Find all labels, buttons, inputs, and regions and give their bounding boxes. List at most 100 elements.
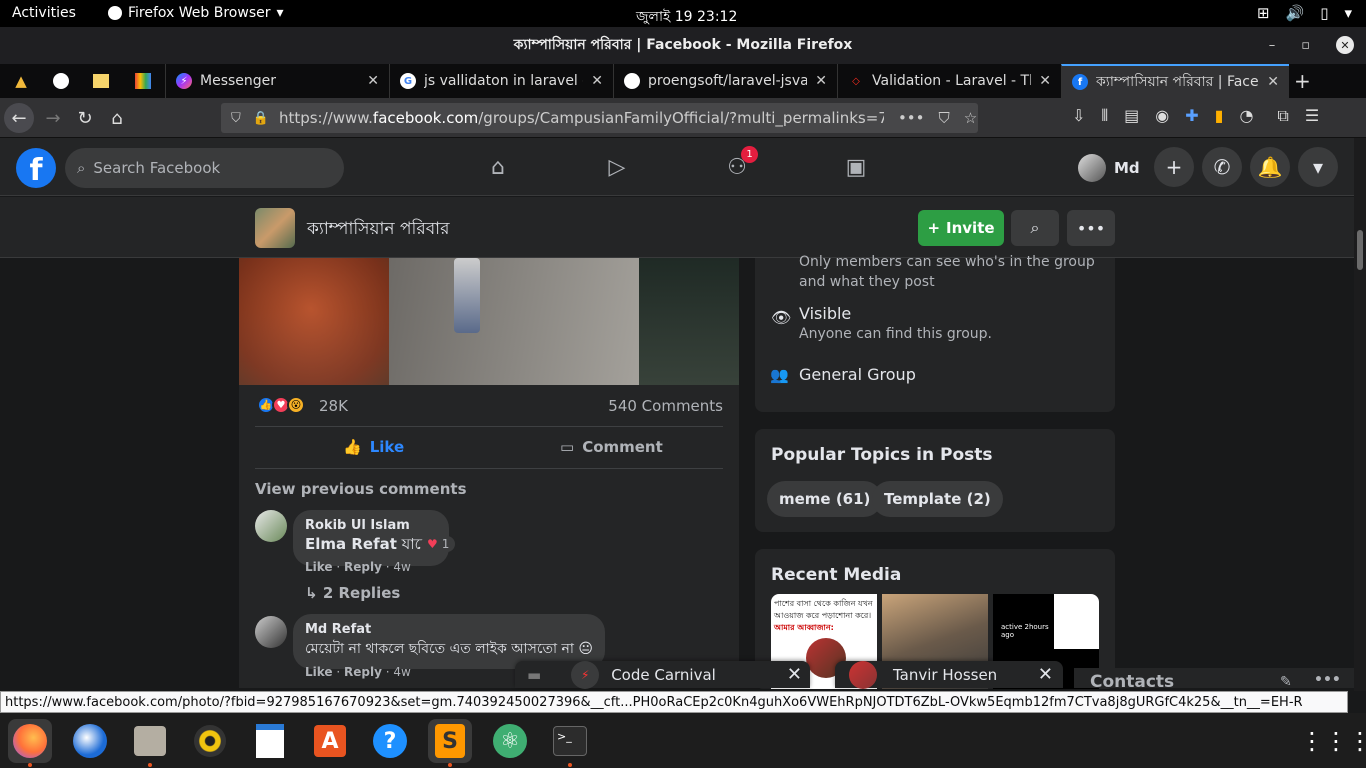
scrollbar-thumb[interactable] — [1357, 230, 1363, 270]
more-icon[interactable]: ••• — [1314, 672, 1341, 688]
dock-thunderbird[interactable] — [68, 719, 112, 763]
bookmark-star-icon[interactable]: ☆ — [964, 109, 977, 127]
view-previous-comments[interactable]: View previous comments — [255, 480, 467, 498]
avatar[interactable] — [255, 510, 287, 542]
extension-icon[interactable]: ▮ — [1215, 106, 1224, 126]
close-tab-icon[interactable]: ✕ — [1267, 74, 1279, 90]
close-icon[interactable]: ✕ — [787, 664, 802, 685]
pinned-tab-github[interactable] — [46, 68, 76, 94]
tab-google[interactable]: G js vallidaton in laravel - G ✕ — [389, 64, 613, 98]
nav-gaming[interactable]: ▣ — [831, 150, 881, 184]
close-icon[interactable]: ✕ — [1038, 664, 1053, 685]
close-tab-icon[interactable]: ✕ — [815, 73, 827, 89]
activities-button[interactable]: Activities — [12, 5, 76, 21]
group-cover-thumbnail[interactable] — [255, 208, 295, 248]
comment-reply-link[interactable]: Reply — [344, 665, 382, 679]
chat-extension-icon[interactable]: ◔ — [1239, 106, 1253, 126]
downloads-icon[interactable]: ⇩ — [1072, 106, 1085, 126]
close-tab-icon[interactable]: ✕ — [591, 73, 603, 89]
close-tab-icon[interactable]: ✕ — [367, 73, 379, 89]
tab-laravel[interactable]: ◇ Validation - Laravel - The ✕ — [837, 64, 1061, 98]
tab-github[interactable]: proengsoft/laravel-jsvali ✕ — [613, 64, 837, 98]
close-window-button[interactable]: ✕ — [1336, 36, 1354, 54]
comment-count[interactable]: 540 Comments — [608, 397, 723, 415]
dock-rhythmbox[interactable] — [188, 719, 232, 763]
pocket-icon[interactable]: ⛉ — [939, 109, 950, 127]
comment-time[interactable]: 4w — [393, 665, 410, 679]
back-button[interactable]: ← — [4, 103, 34, 133]
group-more-button[interactable]: ••• — [1067, 210, 1115, 246]
tab-messenger[interactable]: ⚡ Messenger ✕ — [165, 64, 389, 98]
notifications-button[interactable]: 🔔 — [1250, 147, 1290, 187]
url-bar[interactable]: ⛉ 🔒 https://www.facebook.com/groups/Camp… — [221, 103, 978, 133]
new-tab-button[interactable]: + — [1294, 69, 1311, 93]
reload-button[interactable]: ↻ — [70, 104, 100, 132]
comment-like-link[interactable]: Like — [305, 665, 333, 679]
url-text[interactable]: https://www.facebook.com/groups/Campusia… — [279, 109, 884, 127]
account-menu-button[interactable]: ▾ — [1298, 147, 1338, 187]
extension-icon[interactable]: ✚ — [1185, 106, 1198, 126]
home-button[interactable]: ⌂ — [102, 104, 132, 132]
system-tray[interactable]: ⊞ 🔊 ▯ ▾ — [1257, 4, 1352, 22]
page-scrollbar[interactable] — [1354, 138, 1366, 691]
pinned-tab-4[interactable] — [128, 68, 158, 94]
dock-software[interactable]: A — [308, 719, 352, 763]
profile-shortcut[interactable]: Md — [1078, 154, 1140, 182]
facebook-logo[interactable]: f — [16, 148, 56, 188]
topic-chip-meme[interactable]: meme (61) — [767, 481, 883, 517]
nav-groups[interactable]: ⚇ 1 — [712, 146, 762, 184]
post-photo[interactable] — [239, 258, 739, 385]
comment-reply-link[interactable]: Reply — [344, 560, 382, 574]
comment-author[interactable]: Md Refat — [305, 622, 593, 637]
create-button[interactable]: + — [1154, 147, 1194, 187]
new-message-icon[interactable]: ✎ — [1280, 674, 1292, 690]
extensions-puzzle-icon[interactable]: ⧉ — [1277, 106, 1288, 126]
account-icon[interactable]: ◉ — [1155, 106, 1169, 126]
show-applications-button[interactable]: ⋮⋮⋮ — [1300, 719, 1366, 763]
comment-reactions[interactable]: ♥ 1 — [421, 536, 456, 552]
shield-icon[interactable]: ⛉ — [231, 111, 241, 126]
view-replies[interactable]: ↳ 2 Replies — [305, 584, 400, 602]
page-actions-icon[interactable]: ••• — [898, 109, 925, 127]
facebook-search[interactable]: ⌕ — [65, 148, 344, 188]
avatar[interactable] — [255, 616, 287, 648]
dock-files[interactable] — [128, 719, 172, 767]
library-icon[interactable]: ⫴ — [1101, 106, 1108, 126]
lock-icon[interactable]: 🔒 — [253, 111, 269, 126]
chat-tab-tanvir-hossen[interactable]: Tanvir Hossen ✕ — [835, 660, 1063, 689]
invite-button[interactable]: + Invite — [918, 210, 1004, 246]
clock[interactable]: জুলাই 19 23:12 — [636, 5, 737, 29]
messenger-button[interactable]: ✆ — [1202, 147, 1242, 187]
forward-button[interactable]: → — [38, 104, 68, 132]
search-input[interactable] — [93, 159, 324, 177]
dock-sublime[interactable]: S — [428, 719, 472, 767]
reaction-count[interactable]: 28K — [319, 397, 348, 415]
comment-mention[interactable]: Elma Refat — [305, 535, 397, 553]
dock-terminal[interactable]: >_ — [548, 719, 592, 767]
group-search-button[interactable]: ⌕ — [1011, 210, 1059, 246]
minimize-button[interactable]: – — [1269, 27, 1276, 64]
comment-time[interactable]: 4w — [393, 560, 410, 574]
close-tab-icon[interactable]: ✕ — [1039, 73, 1051, 89]
sidebar-icon[interactable]: ▤ — [1124, 106, 1139, 126]
like-button[interactable]: 👍 Like — [343, 438, 404, 456]
dock-atom[interactable]: ⚛ — [488, 719, 532, 763]
nav-home[interactable]: ⌂ — [473, 150, 523, 184]
pinned-tab-3[interactable] — [86, 68, 116, 94]
app-menu[interactable]: Firefox Web Browser ▾ — [108, 5, 284, 21]
dock-firefox[interactable] — [8, 719, 52, 767]
group-name[interactable]: ক্যাম্পাসিয়ান পরিবার — [307, 216, 449, 244]
chat-tab-code-carnival[interactable]: ▬ ⚡ Code Carnival ✕ — [515, 660, 810, 689]
tab-facebook[interactable]: f ক্যাম্পাসিয়ান পরিবার | Facebo ✕ — [1061, 64, 1289, 98]
comment-like-link[interactable]: Like — [305, 560, 333, 574]
pinned-tab-1[interactable]: ▲ — [6, 68, 36, 94]
topic-chip-template[interactable]: Template (2) — [872, 481, 1003, 517]
nav-watch[interactable]: ▷ — [592, 150, 642, 184]
menu-icon[interactable]: ☰ — [1305, 106, 1319, 126]
reaction-icons[interactable]: 👍 ♥ 😮 — [257, 396, 305, 414]
dock-writer[interactable] — [248, 719, 292, 763]
maximize-button[interactable]: ▫ — [1301, 27, 1310, 64]
comment-author[interactable]: Rokib Ul Islam — [305, 518, 437, 533]
comment-button[interactable]: ▭ Comment — [560, 438, 663, 456]
dock-help[interactable]: ? — [368, 719, 412, 763]
